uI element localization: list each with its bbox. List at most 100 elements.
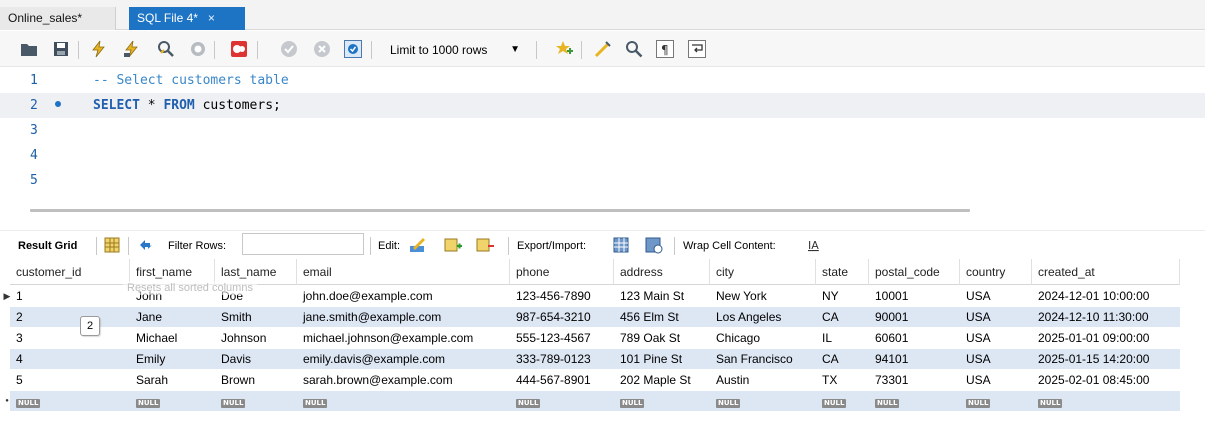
cell-city[interactable]: San Francisco <box>710 349 816 369</box>
cell-state[interactable]: NY <box>816 286 869 306</box>
cell-first-name[interactable]: Emily <box>130 349 215 369</box>
new-row[interactable]: ● NULL NULL NULL NULL NULL NULL NULL NULL NULL NUL… <box>5 391 1180 411</box>
cell-address[interactable]: 789 Oak St <box>614 328 710 348</box>
invisible-chars-icon[interactable]: ¶ <box>656 40 674 58</box>
column-header-state[interactable]: state <box>816 259 869 285</box>
cell-last-name[interactable]: Davis <box>215 349 297 369</box>
cell-customer-id[interactable]: 3 <box>10 328 130 348</box>
column-header-email[interactable]: email <box>297 259 510 285</box>
cell-postal-code[interactable]: NULL <box>869 391 960 411</box>
cell-first-name[interactable]: NULL <box>130 391 215 411</box>
cell-email[interactable]: sarah.brown@example.com <box>297 370 510 390</box>
cell-email[interactable]: NULL <box>297 391 510 411</box>
cell-phone[interactable]: 555-123-4567 <box>510 328 614 348</box>
cell-postal-code[interactable]: 60601 <box>869 328 960 348</box>
explain-icon[interactable] <box>157 40 175 58</box>
table-row[interactable]: 2 Jane Smith jane.smith@example.com 987-654-… <box>10 307 1180 327</box>
cell-first-name[interactable]: Jane <box>130 307 215 327</box>
cell-country[interactable]: USA <box>960 307 1032 327</box>
splitter-handle[interactable] <box>30 209 970 212</box>
grid-view-icon[interactable] <box>103 236 121 254</box>
cell-country[interactable]: NULL <box>960 391 1032 411</box>
cell-postal-code[interactable]: 90001 <box>869 307 960 327</box>
cell-phone[interactable]: NULL <box>510 391 614 411</box>
column-header-country[interactable]: country <box>960 259 1032 285</box>
cell-address[interactable]: 101 Pine St <box>614 349 710 369</box>
cell-city[interactable]: Austin <box>710 370 816 390</box>
cell-state[interactable]: CA <box>816 307 869 327</box>
cell-email[interactable]: john.doe@example.com <box>297 286 510 306</box>
cell-created-at[interactable]: 2024-12-01 10:00:00 <box>1032 286 1180 306</box>
editor-line[interactable]: 5 <box>0 168 1205 193</box>
beautify-icon[interactable] <box>594 40 612 58</box>
cell-first-name[interactable]: Sarah <box>130 370 215 390</box>
tab-sql-file-4[interactable]: SQL File 4* × <box>129 7 245 30</box>
sql-editor[interactable]: 1 -- Select customers table 2 SELECT * F… <box>0 68 1205 200</box>
execute-current-icon[interactable] <box>123 40 141 58</box>
editor-line[interactable]: 4 <box>0 143 1205 168</box>
cell-city[interactable]: New York <box>710 286 816 306</box>
cell-country[interactable]: USA <box>960 349 1032 369</box>
commit-icon[interactable] <box>280 40 298 58</box>
cell-last-name[interactable]: Brown <box>215 370 297 390</box>
cell-last-name[interactable]: NULL <box>215 391 297 411</box>
table-row[interactable]: 5 Sarah Brown sarah.brown@example.com 444-56… <box>10 370 1180 390</box>
filter-rows-input[interactable] <box>242 233 364 255</box>
cell-country[interactable]: USA <box>960 328 1032 348</box>
limit-rows-select[interactable]: Limit to 1000 rows ▼ <box>386 40 526 60</box>
wrap-text-icon[interactable]: IA <box>806 236 824 254</box>
cell-phone[interactable]: 444-567-8901 <box>510 370 614 390</box>
column-header-created-at[interactable]: created_at <box>1032 259 1180 285</box>
cell-customer-id[interactable]: 1 <box>10 286 130 306</box>
cell-customer-id[interactable]: 5 <box>10 370 130 390</box>
cell-created-at[interactable]: 2024-12-10 11:30:00 <box>1032 307 1180 327</box>
cell-phone[interactable]: 333-789-0123 <box>510 349 614 369</box>
cell-created-at[interactable]: 2025-01-01 09:00:00 <box>1032 328 1180 348</box>
cell-city[interactable]: Chicago <box>710 328 816 348</box>
editor-line[interactable]: 1 -- Select customers table <box>0 68 1205 93</box>
delete-row-icon[interactable] <box>476 236 494 254</box>
cell-customer-id[interactable]: NULL <box>10 391 130 411</box>
cell-customer-id[interactable]: 2 <box>10 307 130 327</box>
cell-address[interactable]: 456 Elm St <box>614 307 710 327</box>
cell-email[interactable]: michael.johnson@example.com <box>297 328 510 348</box>
tab-online-sales[interactable]: Online_sales* <box>0 7 116 30</box>
editor-line[interactable]: 3 <box>0 118 1205 143</box>
cell-address[interactable]: 123 Main St <box>614 286 710 306</box>
cell-state[interactable]: NULL <box>816 391 869 411</box>
cell-phone[interactable]: 123-456-7890 <box>510 286 614 306</box>
cell-state[interactable]: CA <box>816 349 869 369</box>
column-header-city[interactable]: city <box>710 259 816 285</box>
editor-line-current[interactable]: 2 SELECT * FROM customers; <box>0 93 1205 118</box>
result-grid-tab[interactable]: Result Grid <box>18 238 77 254</box>
execute-icon[interactable] <box>90 40 108 58</box>
cell-email[interactable]: jane.smith@example.com <box>297 307 510 327</box>
column-header-postal-code[interactable]: postal_code <box>869 259 960 285</box>
cell-postal-code[interactable]: 10001 <box>869 286 960 306</box>
close-icon[interactable]: × <box>208 11 215 25</box>
toggle-error-icon[interactable] <box>230 40 248 58</box>
cell-last-name[interactable]: Johnson <box>215 328 297 348</box>
cell-city[interactable]: NULL <box>710 391 816 411</box>
cell-postal-code[interactable]: 73301 <box>869 370 960 390</box>
column-header-phone[interactable]: phone <box>510 259 614 285</box>
cell-postal-code[interactable]: 94101 <box>869 349 960 369</box>
wrap-icon[interactable] <box>688 40 706 58</box>
cell-country[interactable]: USA <box>960 370 1032 390</box>
refresh-icon[interactable] <box>137 236 155 254</box>
stop-icon[interactable] <box>189 40 207 58</box>
cell-customer-id[interactable]: 4 <box>10 349 130 369</box>
bookmark-icon[interactable] <box>555 40 573 58</box>
cell-first-name[interactable]: Michael <box>130 328 215 348</box>
autocommit-icon[interactable] <box>344 40 362 58</box>
cell-address[interactable]: 202 Maple St <box>614 370 710 390</box>
edit-pencil-icon[interactable] <box>409 236 427 254</box>
table-row[interactable]: 4 Emily Davis emily.davis@example.com 333-78… <box>10 349 1180 369</box>
table-row[interactable]: 3 Michael Johnson michael.johnson@example.c… <box>10 328 1180 348</box>
cell-phone[interactable]: 987-654-3210 <box>510 307 614 327</box>
rollback-icon[interactable] <box>313 40 331 58</box>
find-icon[interactable] <box>625 40 643 58</box>
column-header-address[interactable]: address <box>614 259 710 285</box>
cell-last-name[interactable]: Smith <box>215 307 297 327</box>
cell-email[interactable]: emily.davis@example.com <box>297 349 510 369</box>
